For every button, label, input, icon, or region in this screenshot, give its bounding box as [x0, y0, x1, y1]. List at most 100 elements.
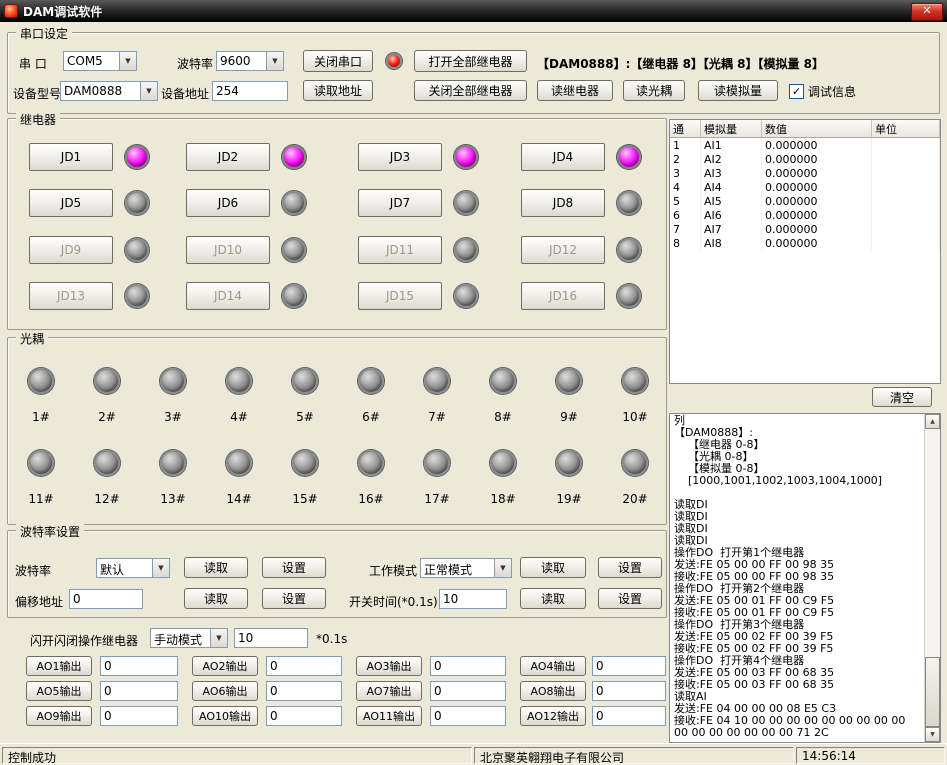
relay-button-jd15[interactable]: JD15 [358, 282, 442, 310]
ao-output-input-4[interactable] [592, 656, 666, 676]
relay-button-jd8[interactable]: JD8 [521, 189, 605, 217]
baud-rate-value: 默认 [97, 559, 152, 577]
offset-set-button[interactable]: 设置 [262, 588, 326, 609]
work-mode-set-button[interactable]: 设置 [598, 557, 662, 578]
analog-cell: 5 [670, 194, 701, 208]
baud-read-button[interactable]: 读取 [184, 557, 248, 578]
switch-time-read-button[interactable]: 读取 [520, 588, 586, 609]
debug-info-checkbox[interactable]: ✓ 调试信息 [789, 83, 856, 100]
analog-row: 5AI50.000000 [670, 194, 940, 208]
ao-output-button-4[interactable]: AO4输出 [520, 656, 586, 676]
device-addr-input[interactable] [212, 81, 288, 101]
scroll-down-icon[interactable]: ▼ [925, 727, 940, 742]
analog-cell [872, 152, 940, 166]
ao-output-input-5[interactable] [100, 681, 178, 701]
com-port-select[interactable]: COM5 ▼ [63, 51, 137, 71]
relay-led-jd3 [454, 145, 478, 169]
open-all-relays-button[interactable]: 打开全部继电器 [414, 50, 527, 72]
chevron-down-icon[interactable]: ▼ [140, 82, 157, 100]
device-model-select[interactable]: DAM0888 ▼ [60, 81, 158, 101]
offset-read-button[interactable]: 读取 [184, 588, 248, 609]
relay-button-jd11[interactable]: JD11 [358, 236, 442, 264]
ao-output-input-7[interactable] [430, 681, 506, 701]
ao-output-input-2[interactable] [266, 656, 342, 676]
relay-button-jd10[interactable]: JD10 [186, 236, 270, 264]
ao-output-button-1[interactable]: AO1输出 [26, 656, 92, 676]
baud-rate-select[interactable]: 默认 ▼ [96, 558, 170, 578]
relay-button-jd4[interactable]: JD4 [521, 143, 605, 171]
chevron-down-icon[interactable]: ▼ [494, 559, 511, 577]
ao-output-input-11[interactable] [430, 706, 506, 726]
clear-button[interactable]: 清空 [872, 387, 932, 407]
ao-output-input-10[interactable] [266, 706, 342, 726]
ao-output-button-6[interactable]: AO6输出 [192, 681, 258, 701]
relay-button-jd1[interactable]: JD1 [29, 143, 113, 171]
ao-output-input-8[interactable] [592, 681, 666, 701]
baud-label: 波特率 [177, 55, 213, 72]
ao-output-input-1[interactable] [100, 656, 178, 676]
chevron-down-icon[interactable]: ▼ [266, 52, 283, 70]
scrollbar-thumb[interactable] [925, 657, 940, 727]
company-name: 北京聚英翱翔电子有限公司 [474, 747, 794, 764]
opto-led-12 [94, 450, 120, 476]
flash-mode-select[interactable]: 手动模式 ▼ [150, 628, 228, 648]
analog-cell [872, 208, 940, 222]
ao-output-button-5[interactable]: AO5输出 [26, 681, 92, 701]
relay-button-jd16[interactable]: JD16 [521, 282, 605, 310]
ao-output-input-6[interactable] [266, 681, 342, 701]
log-scrollbar[interactable]: ▲ ▼ [924, 414, 940, 742]
relay-button-jd13[interactable]: JD13 [29, 282, 113, 310]
opto-grid: 1#2#3#4#5#6#7#8#9#10#11#12#13#14#15#16#1… [8, 338, 666, 524]
ao-output-button-3[interactable]: AO3输出 [356, 656, 422, 676]
relay-button-jd9[interactable]: JD9 [29, 236, 113, 264]
close-all-relays-button[interactable]: 关闭全部继电器 [414, 80, 527, 101]
ao-output-button-8[interactable]: AO8输出 [520, 681, 586, 701]
chevron-down-icon[interactable]: ▼ [210, 629, 227, 647]
work-mode-select[interactable]: 正常模式 ▼ [420, 558, 512, 578]
opto-led-14 [226, 450, 252, 476]
relay-button-jd12[interactable]: JD12 [521, 236, 605, 264]
app-icon [4, 4, 18, 18]
opto-channel-6: 6# [349, 368, 393, 424]
switch-time-input[interactable] [439, 589, 507, 609]
ao-output-button-11[interactable]: AO11输出 [356, 706, 422, 726]
opto-led-8 [490, 368, 516, 394]
close-serial-button[interactable]: 关闭串口 [303, 50, 373, 72]
serial-status-led [386, 53, 402, 69]
read-opto-button[interactable]: 读光耦 [623, 80, 685, 101]
analog-cell: 0.000000 [762, 180, 872, 194]
relay-button-jd5[interactable]: JD5 [29, 189, 113, 217]
work-mode-read-button[interactable]: 读取 [520, 557, 586, 578]
ao-output-button-7[interactable]: AO7输出 [356, 681, 422, 701]
ao-output-input-12[interactable] [592, 706, 666, 726]
offset-addr-input[interactable] [69, 589, 143, 609]
ao-output-input-3[interactable] [430, 656, 506, 676]
read-relays-button[interactable]: 读继电器 [537, 80, 613, 101]
opto-channel-19: 19# [547, 450, 591, 506]
close-button[interactable]: ✕ [911, 3, 943, 21]
com-port-label: 串 口 [19, 55, 47, 72]
relay-button-jd7[interactable]: JD7 [358, 189, 442, 217]
analog-cell: AI4 [701, 180, 762, 194]
flash-time-input[interactable] [234, 628, 308, 648]
read-analog-button[interactable]: 读模拟量 [698, 80, 778, 101]
read-address-button[interactable]: 读取地址 [303, 80, 373, 101]
relay-button-jd2[interactable]: JD2 [186, 143, 270, 171]
switch-time-set-button[interactable]: 设置 [598, 588, 662, 609]
ao-output-input-9[interactable] [100, 706, 178, 726]
baud-select[interactable]: 9600 ▼ [216, 51, 284, 71]
opto-led-11 [28, 450, 54, 476]
scroll-up-icon[interactable]: ▲ [925, 414, 940, 429]
analog-cell: 0.000000 [762, 166, 872, 180]
chevron-down-icon[interactable]: ▼ [119, 52, 136, 70]
ao-output-button-2[interactable]: AO2输出 [192, 656, 258, 676]
ao-output-button-9[interactable]: AO9输出 [26, 706, 92, 726]
relay-button-jd6[interactable]: JD6 [186, 189, 270, 217]
relay-button-jd3[interactable]: JD3 [358, 143, 442, 171]
analog-cell: 0.000000 [762, 194, 872, 208]
baud-set-button[interactable]: 设置 [262, 557, 326, 578]
relay-button-jd14[interactable]: JD14 [186, 282, 270, 310]
ao-output-button-10[interactable]: AO10输出 [192, 706, 258, 726]
chevron-down-icon[interactable]: ▼ [152, 559, 169, 577]
ao-output-button-12[interactable]: AO12输出 [520, 706, 586, 726]
